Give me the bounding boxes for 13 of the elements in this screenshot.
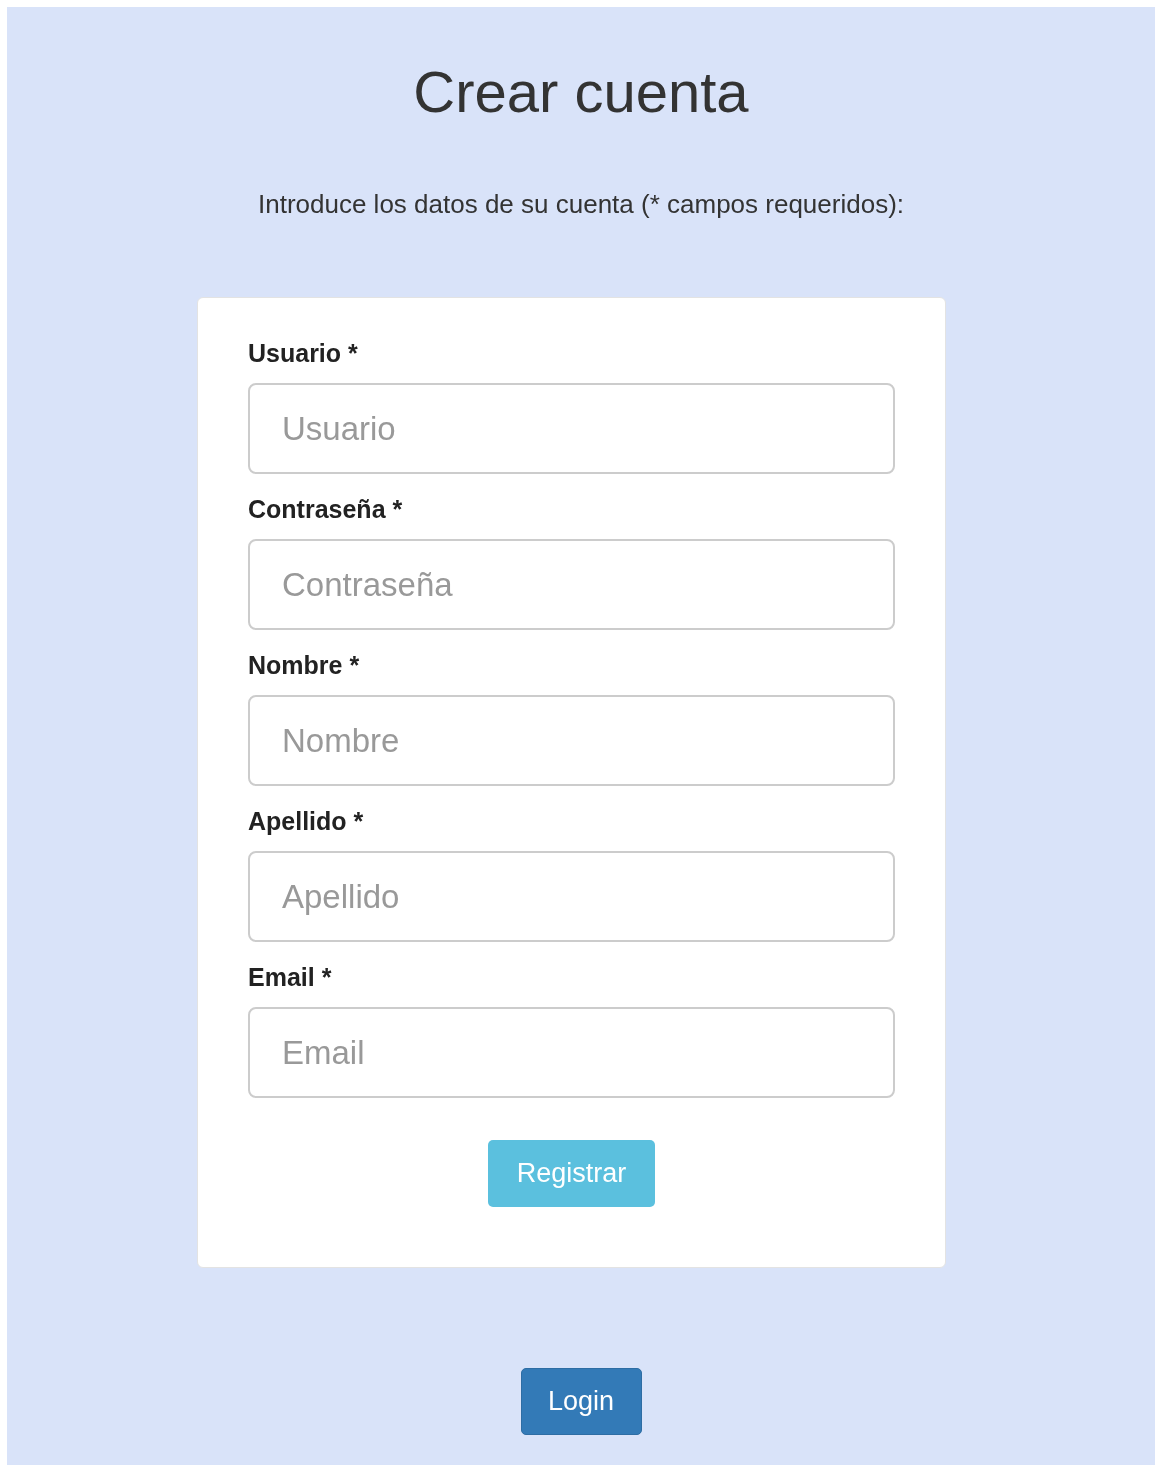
input-field[interactable]: Contraseña (248, 539, 895, 630)
intro-text: Introduce los datos de su cuenta (* campos requeridos): (257, 189, 905, 219)
field-label: Nombre * (248, 650, 360, 680)
login-button[interactable]: Login (520, 1368, 642, 1435)
input-field[interactable]: Usuario (248, 383, 895, 474)
field-label: Apellido * (248, 806, 364, 836)
page-title: Crear cuenta (412, 58, 750, 126)
field-label: Contraseña * (248, 494, 403, 524)
field-label: Usuario * (248, 338, 358, 368)
input-field[interactable]: Email (248, 1007, 895, 1098)
input-field[interactable]: Apellido (248, 851, 895, 942)
input-field[interactable]: Nombre (248, 695, 895, 786)
field-label: Email * (248, 962, 332, 992)
